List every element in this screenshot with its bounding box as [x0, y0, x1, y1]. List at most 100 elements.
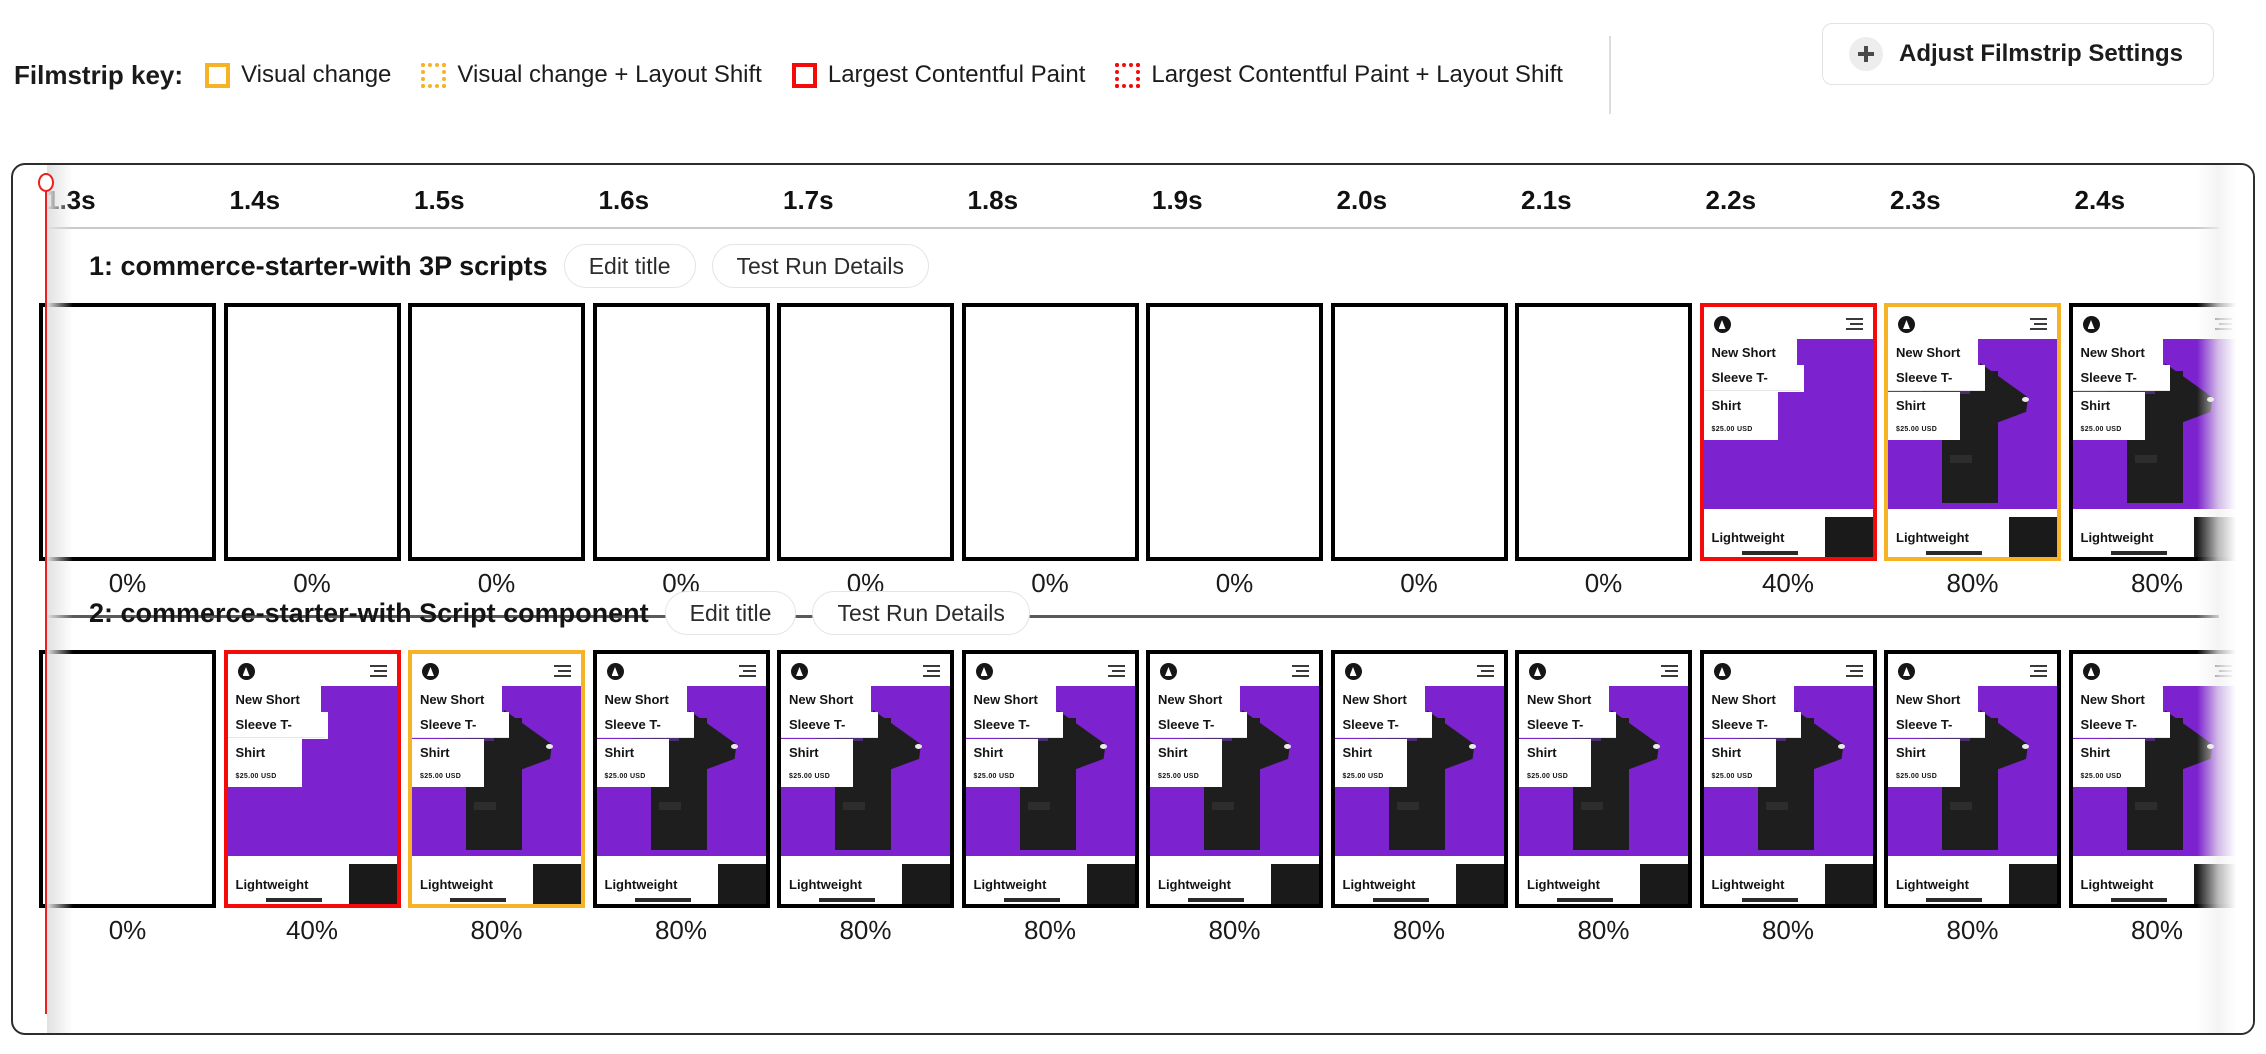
frame-percent-label: 80%: [470, 915, 523, 945]
product-title-line-1: New Short: [1703, 686, 1794, 712]
site-logo-icon: [1344, 663, 1362, 680]
frame-screenshot: [227, 307, 397, 557]
blank-screenshot: [227, 307, 397, 557]
timeline-tick-9: 2.2s: [1705, 185, 1757, 215]
frame-screenshot: [412, 307, 581, 557]
filmstrip-frame[interactable]: [961, 303, 1139, 561]
timeline-marker-handle[interactable]: [38, 173, 54, 192]
filmstrip-frame[interactable]: New Short Sleeve T- Shirt $25.00 USD Lightwe…: [1884, 303, 2061, 561]
product-title-line-3: Shirt: [965, 739, 1038, 765]
product-price: $25.00 USD: [965, 765, 1038, 787]
blank-screenshot: [596, 307, 766, 557]
frame-percent-label: 80%: [1946, 915, 1999, 945]
footer-block: [2009, 864, 2057, 904]
filmstrip-card: 1.3s 1.4s 1.5s 1.6s 1.7s 1.8s 1.9s 2.0s 2.1s 2.2s…: [11, 163, 2255, 1035]
filmstrip-frame[interactable]: [408, 303, 585, 561]
test-run-details-button-1[interactable]: Test Run Details: [711, 244, 929, 288]
blank-screenshot: [965, 307, 1135, 557]
product-title-line-2: Sleeve T-: [781, 712, 878, 738]
filmstrip-frame[interactable]: New Short Sleeve T- Shirt $25.00 USD Lightwe…: [1330, 650, 1508, 908]
adjust-filmstrip-settings-button[interactable]: Adjust Filmstrip Settings: [1821, 23, 2214, 85]
frame-screenshot: New Short Sleeve T- Shirt $25.00 USD Lightwe…: [1519, 654, 1688, 904]
product-footer-text: Lightweight: [1888, 523, 1994, 551]
filmstrip-frame[interactable]: [39, 303, 216, 561]
run-row-2: 2: commerce-starter-with Script componen…: [13, 590, 2253, 945]
product-title-line-3: Shirt: [781, 739, 853, 765]
frame-percent-label: 80%: [2130, 915, 2184, 945]
frame-screenshot: New Short Sleeve T- Shirt $25.00 USD Lightwe…: [412, 654, 581, 904]
filmstrip-frame[interactable]: [39, 650, 216, 908]
frame-screenshot: [43, 654, 212, 904]
footer-bar: [1003, 898, 1060, 902]
frame-percent-label: 80%: [1392, 915, 1446, 945]
filmstrip-frame[interactable]: New Short Sleeve T- Shirt $25.00 USD Lightwe…: [1884, 650, 2061, 908]
product-title-line-3: Shirt: [2072, 739, 2145, 765]
filmstrip-frame[interactable]: New Short Sleeve T- Shirt $25.00 USD Lightwe…: [1146, 650, 1323, 908]
edit-title-button-1[interactable]: Edit title: [563, 244, 696, 288]
edit-title-button-2[interactable]: Edit title: [664, 591, 797, 635]
timeline-tick-5: 1.8s: [967, 185, 1019, 215]
frame-percent-label: 80%: [1023, 915, 1077, 945]
filmstrip-frame[interactable]: New Short Sleeve T- Shirt $25.00 USD Lightwe…: [223, 650, 401, 908]
site-logo-icon: [2082, 316, 2100, 333]
footer-bar: [1372, 898, 1429, 902]
filmstrip-frame[interactable]: [1515, 303, 1692, 561]
timeline-tick-0: 1.3s: [45, 185, 96, 215]
frame-screenshot: New Short Sleeve T- Shirt $25.00 USD Lightwe…: [1703, 307, 1873, 557]
footer-block: [1455, 864, 1504, 904]
filmstrip-frame[interactable]: New Short Sleeve T- Shirt $25.00 USD Lightwe…: [2068, 303, 2246, 561]
product-footer-text: Lightweight: [1703, 870, 1810, 898]
legend-item-visual-change-layout-shift: Visual change + Layout Shift: [421, 61, 762, 89]
hamburger-menu-icon: [1845, 665, 1863, 677]
filmstrip-frame[interactable]: [223, 303, 401, 561]
adjust-filmstrip-settings-wrap: Adjust Filmstrip Settings: [1821, 23, 2214, 85]
filmstrip-frame[interactable]: [1146, 303, 1323, 561]
frame-screenshot: [43, 307, 212, 557]
frame-percent-label: 80%: [1577, 915, 1630, 945]
filmstrip-frame[interactable]: [777, 303, 954, 561]
product-footer-text: Lightweight: [781, 870, 887, 898]
product-price: $25.00 USD: [1703, 765, 1776, 787]
hamburger-menu-icon: [923, 665, 940, 677]
legend-item-visual-change: Visual change: [205, 61, 391, 89]
filmstrip-frame[interactable]: [1330, 303, 1508, 561]
product-title-line-2: Sleeve T-: [2072, 365, 2170, 391]
timeline-tick-3: 1.6s: [598, 185, 650, 215]
filmstrip-frame[interactable]: [592, 303, 770, 561]
product-price: $25.00 USD: [2072, 418, 2145, 440]
footer-block: [1824, 864, 1873, 904]
hamburger-menu-icon: [1845, 318, 1863, 330]
site-logo-icon: [1713, 316, 1731, 333]
blank-screenshot: [43, 307, 212, 557]
blank-screenshot: [781, 307, 950, 557]
footer-bar: [450, 898, 506, 902]
filmstrip-frame[interactable]: New Short Sleeve T- Shirt $25.00 USD Lightwe…: [2068, 650, 2246, 908]
filmstrip-frame[interactable]: New Short Sleeve T- Shirt $25.00 USD Lightwe…: [592, 650, 770, 908]
site-logo-icon: [237, 663, 255, 680]
product-price: $25.00 USD: [1334, 765, 1407, 787]
frame-screenshot: New Short Sleeve T- Shirt $25.00 USD Lightwe…: [1150, 654, 1319, 904]
filmstrip-frame[interactable]: New Short Sleeve T- Shirt $25.00 USD Lightwe…: [1699, 303, 1877, 561]
test-run-details-button-2[interactable]: Test Run Details: [812, 591, 1030, 635]
timeline-axis: 1.3s 1.4s 1.5s 1.6s 1.7s 1.8s 1.9s 2.0s 2.1s 2.2s…: [13, 165, 2253, 227]
filmstrip-scroll-viewport[interactable]: 1.3s 1.4s 1.5s 1.6s 1.7s 1.8s 1.9s 2.0s 2.1s 2.2s…: [13, 165, 2253, 1033]
product-title-line-3: Shirt: [1703, 392, 1776, 418]
product-footer-text: Lightweight: [227, 870, 334, 898]
filmstrip-frame[interactable]: New Short Sleeve T- Shirt $25.00 USD Lightwe…: [1515, 650, 1692, 908]
product-title-line-2: Sleeve T-: [965, 712, 1063, 738]
product-price: $25.00 USD: [1519, 765, 1591, 787]
filmstrip-frame[interactable]: New Short Sleeve T- Shirt $25.00 USD Lightwe…: [777, 650, 954, 908]
header-divider: [1608, 36, 1611, 114]
filmstrip-frame[interactable]: New Short Sleeve T- Shirt $25.00 USD Lightwe…: [1699, 650, 1877, 908]
site-logo-icon: [606, 663, 624, 680]
timeline-tick-4: 1.7s: [783, 185, 834, 215]
footer-bar: [1557, 898, 1613, 902]
timeline-tick-8: 2.1s: [1521, 185, 1572, 215]
product-price: $25.00 USD: [781, 765, 853, 787]
site-logo-icon: [1898, 316, 1915, 333]
filmstrip-frame[interactable]: New Short Sleeve T- Shirt $25.00 USD Lightwe…: [961, 650, 1139, 908]
hamburger-menu-icon: [1292, 665, 1309, 677]
frame-screenshot: New Short Sleeve T- Shirt $25.00 USD Lightwe…: [1888, 307, 2057, 557]
filmstrip-frame[interactable]: New Short Sleeve T- Shirt $25.00 USD Lightwe…: [408, 650, 585, 908]
legend-item-largest-contentful-paint-layout-shift: Largest Contentful Paint + Layout Shift: [1115, 61, 1563, 89]
